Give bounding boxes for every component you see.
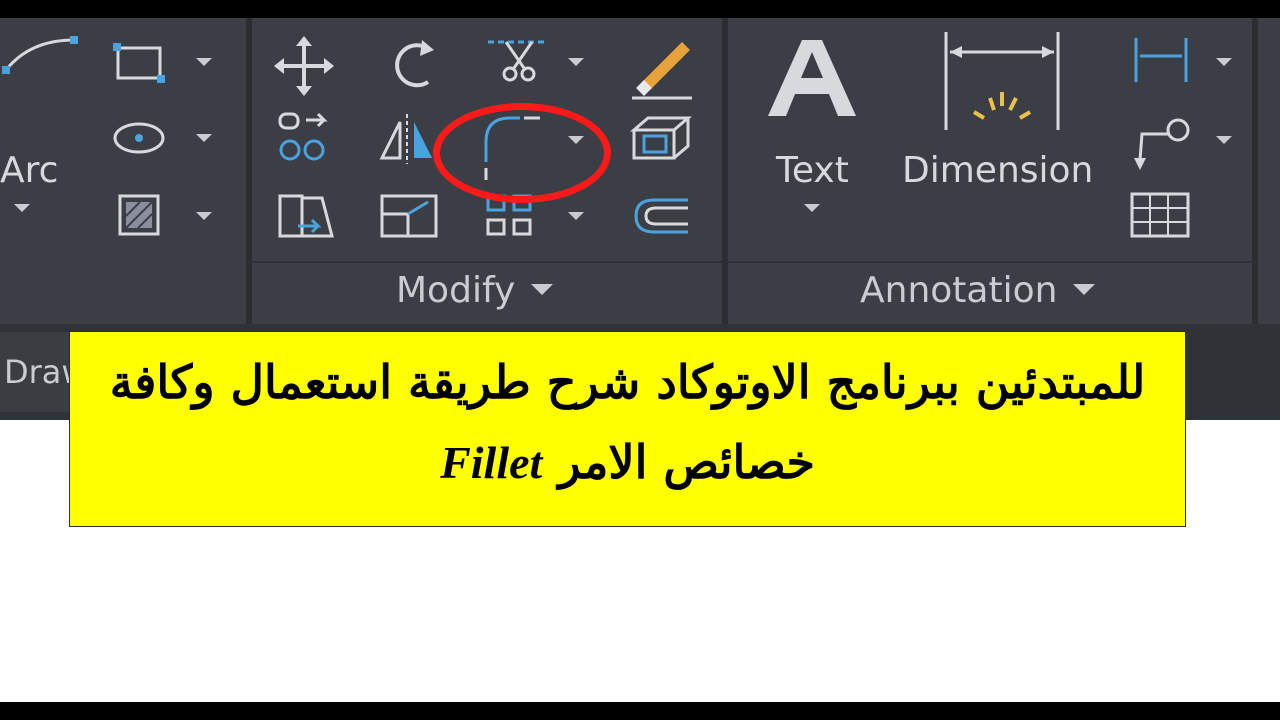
trim-dropdown-icon[interactable] — [568, 58, 584, 66]
modify-panel-expand-icon[interactable] — [531, 283, 554, 295]
ellipse-icon[interactable] — [113, 122, 165, 154]
ribbon: Arc Modify Text Dimension Annotation — [0, 18, 1280, 324]
modify-panel-title[interactable]: Modify — [396, 270, 554, 311]
offset-icon[interactable] — [634, 198, 688, 234]
annotation-panel-footer-line — [728, 261, 1252, 263]
solid-edit-icon[interactable] — [629, 116, 693, 160]
hatch-icon[interactable] — [118, 194, 160, 236]
erase-icon[interactable] — [632, 42, 692, 100]
linear-dimension-icon[interactable] — [1134, 38, 1188, 82]
annotation-panel: Text Dimension Annotation — [728, 18, 1252, 324]
array-dropdown-icon[interactable] — [568, 212, 584, 220]
window-top-bar — [0, 0, 1280, 18]
window-bottom-bar — [0, 702, 1280, 720]
copy-icon[interactable] — [278, 112, 328, 161]
banner-line-2: خصائص الامر Fillet — [70, 422, 1185, 503]
move-icon[interactable] — [274, 36, 334, 96]
modify-panel-footer-line — [252, 261, 722, 263]
leader-icon[interactable] — [1134, 118, 1190, 170]
banner-line-1: للمبتدئين ببرنامج الاوتوكاد شرح طريقة اس… — [109, 355, 1146, 409]
trim-icon[interactable] — [488, 40, 548, 82]
tutorial-title-banner: للمبتدئين ببرنامج الاوتوكاد شرح طريقة اس… — [69, 331, 1186, 527]
banner-text: للمبتدئين ببرنامج الاوتوكاد شرح طريقة اس… — [70, 342, 1185, 503]
text-icon[interactable] — [768, 40, 856, 116]
arc-icon[interactable] — [2, 36, 78, 74]
dimension-icon[interactable] — [944, 32, 1060, 130]
annotation-panel-title[interactable]: Annotation — [860, 270, 1096, 311]
fillet-highlight-circle — [433, 103, 611, 203]
ellipse-dropdown-icon[interactable] — [196, 134, 212, 142]
rectangle-icon[interactable] — [113, 43, 165, 83]
text-tool-label[interactable]: Text — [776, 150, 849, 191]
scale-icon[interactable] — [380, 194, 438, 238]
text-dropdown-icon[interactable] — [804, 204, 820, 212]
table-icon[interactable] — [1130, 192, 1190, 238]
draw-panel: Arc — [0, 18, 246, 324]
dimension-tool-label[interactable]: Dimension — [902, 150, 1093, 191]
banner-command-name: Fillet — [440, 437, 543, 488]
mirror-icon[interactable] — [379, 114, 432, 164]
rectangle-dropdown-icon[interactable] — [196, 58, 212, 66]
linear-dimension-dropdown-icon[interactable] — [1216, 58, 1232, 66]
arc-label[interactable]: Arc — [0, 150, 58, 191]
annotation-panel-expand-icon[interactable] — [1073, 283, 1096, 295]
banner-line-2-arabic: خصائص الامر — [558, 435, 815, 489]
arc-dropdown-icon[interactable] — [14, 204, 30, 212]
next-panel-partial — [1258, 18, 1280, 324]
rotate-icon[interactable] — [395, 40, 434, 88]
leader-dropdown-icon[interactable] — [1216, 136, 1232, 144]
stretch-icon[interactable] — [278, 194, 334, 238]
hatch-dropdown-icon[interactable] — [196, 212, 212, 220]
annotation-tools-icons — [768, 32, 1190, 238]
drawing-tab[interactable]: Draw — [0, 332, 74, 412]
